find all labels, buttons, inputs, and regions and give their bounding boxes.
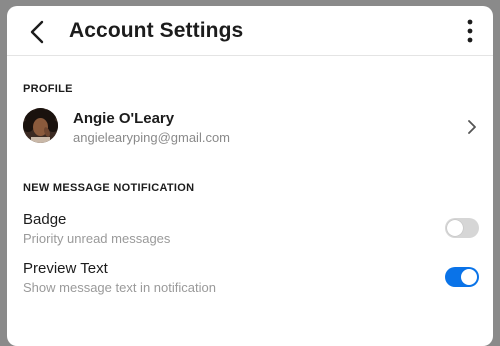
header-bar: Account Settings [7,6,493,56]
more-options-button[interactable] [461,17,479,45]
profile-section-label: PROFILE [23,83,73,95]
chevron-right-icon [468,120,476,134]
notification-section-label: NEW MESSAGE NOTIFICATION [23,182,195,194]
badge-setting-title: Badge [23,211,67,228]
preview-text-setting-description: Show message text in notification [23,280,216,295]
badge-toggle[interactable] [445,218,479,238]
toggle-knob [461,269,477,285]
back-button[interactable] [25,19,51,45]
profile-row[interactable]: Angie O'Leary angielearyping@gmail.com [7,104,493,156]
profile-name: Angie O'Leary [73,110,175,127]
page-title: Account Settings [69,19,244,42]
profile-email: angielearyping@gmail.com [73,130,230,145]
toggle-knob [447,220,463,236]
account-settings-panel: Account Settings PROFILE Angie O'Leary a… [7,6,493,346]
more-vertical-icon [467,19,473,43]
preview-text-setting-title: Preview Text [23,260,108,277]
badge-setting-description: Priority unread messages [23,231,171,246]
avatar [23,108,58,143]
preview-text-toggle[interactable] [445,267,479,287]
chevron-left-icon [30,20,44,44]
